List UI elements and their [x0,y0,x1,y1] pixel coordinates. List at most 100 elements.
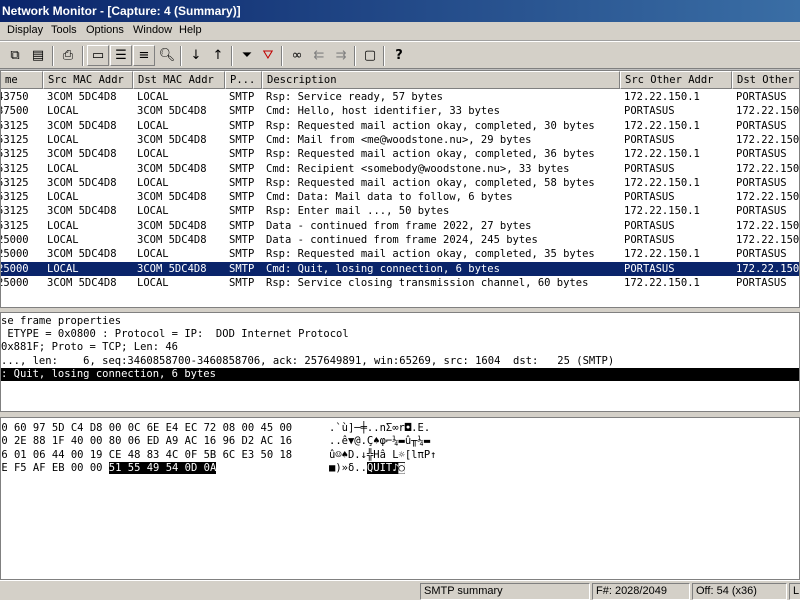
column-header-dst-other[interactable]: Dst Other [732,71,799,89]
table-cell-src-mac: LOCAL [47,191,79,204]
hex-line[interactable]: FE F5 AF EB 00 00 51 55 49 54 0D 0A [0,461,217,475]
table-cell-time: 53125 [0,162,29,175]
help-icon[interactable]: ? [388,45,410,66]
prev-frame-icon[interactable]: ↓ [185,45,207,66]
menu-bar: Display Tools Options Window Help [0,22,800,41]
table-row[interactable]: 53125 3COM 5DC4D8 LOCAL SMTP Rsp: Enter mail… [0,204,799,218]
detail-pane: se frame properties ETYPE = 0x0800 : Pro… [0,312,800,412]
menu-tools[interactable]: Tools [51,24,77,36]
table-cell-src-mac: 3COM 5DC4D8 [47,91,117,103]
hex-pane-icon[interactable]: ≡ [133,45,155,66]
filter-icon[interactable]: ⏷ [236,45,258,66]
detail-line[interactable]: ..., len: 6, seq:3460858700-3460858706, … [1,355,799,368]
table-cell-time: 53125 [0,119,29,132]
table-row[interactable]: 53125 LOCAL 3COM 5DC4D8 SMTP Cmd: Mail from … [0,133,799,147]
table-row[interactable]: 53125 LOCAL 3COM 5DC4D8 SMTP Cmd: Recipient … [0,162,800,176]
table-row[interactable]: 53125 LOCAL 3COM 5DC4D8 SMTP Data - continue… [1,219,799,233]
table-cell-dst-mac: LOCAL [137,148,169,161]
window-icon[interactable]: ▢ [359,45,381,66]
column-header-dst-mac[interactable]: Dst MAC Addr [133,71,225,89]
table-cell-dst-other: PORTASUS [736,205,787,218]
table-cell-desc: Rsp: Enter mail ..., 50 bytes [266,205,450,218]
table-cell-time: 53125 [0,133,29,146]
find-prev-icon[interactable]: ⇇ [308,45,330,66]
table-cell-desc: Cmd: Data: Mail data to follow, 6 bytes [266,191,513,204]
table-row[interactable]: 43750 3COM 5DC4D8 LOCAL SMTP Rsp: Service re… [0,90,799,104]
table-cell-time: 53125 [0,205,29,218]
table-cell-proto: SMTP [229,148,255,161]
table-cell-dst-mac: LOCAL [137,205,169,218]
zoom-pane-icon[interactable]: ▭ [87,45,109,66]
table-row[interactable]: 37500 LOCAL 3COM 5DC4D8 SMTP Cmd: Hello, hos… [1,104,800,118]
find-icon[interactable]: 🔍︎ [156,45,178,66]
status-frame: F#: 2028/2049 [592,583,690,600]
find-next-icon[interactable]: ⇉ [330,45,352,66]
table-cell-src-other: 172.22.150.1 [624,91,700,103]
hex-line[interactable]: 00 60 97 5D C4 D8 00 0C 6E E4 EC 72 08 0… [1,422,292,435]
table-row[interactable]: 53125 LOCAL 3COM 5DC4D8 SMTP Cmd: Data: Mail… [1,190,799,204]
detail-line[interactable]: 0x881F; Proto = TCP; Len: 46 [1,341,799,354]
table-cell-src-mac: 3COM 5DC4D8 [47,205,117,218]
apply-filter-icon[interactable]: ⛛ [257,45,279,66]
column-header-protocol[interactable]: P... [225,71,262,89]
hex-line[interactable]: 96 01 06 44 00 19 CE 48 83 4C 0F 5B 6C E… [1,449,292,462]
detail-line[interactable]: ETYPE = 0x0800 : Protocol = IP: DOD Inte… [1,328,799,341]
hex-line[interactable]: 00 2E 88 1F 40 00 80 06 ED A9 AC 16 96 D… [1,435,292,448]
paste-icon[interactable]: ▤ [27,45,49,66]
table-cell-src-other: PORTASUS [624,234,675,246]
summary-pane: me Src MAC Addr Dst MAC Addr P... Descri… [0,70,800,308]
hex-pane: 00 60 97 5D C4 D8 00 0C 6E E4 EC 72 08 0… [0,417,800,580]
column-header-src-mac[interactable]: Src MAC Addr [43,71,133,89]
table-row[interactable]: 25000 LOCAL 3COM 5DC4D8 SMTP Data - continue… [1,233,800,247]
table-cell-time: 43750 [0,91,29,103]
table-cell-src-other: 172.22.150.1 [624,205,700,218]
ascii-line[interactable]: .`ù]─╪..nΣ∞r◘.E. [329,422,430,435]
table-row[interactable]: 25000 3COM 5DC4D8 LOCAL SMTP Rsp: Service cl… [1,276,799,290]
table-cell-dst-mac: LOCAL [137,119,169,132]
binoculars-icon[interactable]: ∞ [286,45,308,66]
next-frame-icon[interactable]: ↑ [207,45,229,66]
table-cell-src-other: 172.22.150.1 [624,248,700,261]
menu-display[interactable]: Display [7,24,43,36]
table-row[interactable]: 53125 3COM 5DC4D8 LOCAL SMTP Rsp: Requested … [0,119,799,133]
table-row[interactable]: 53125 3COM 5DC4D8 LOCAL SMTP Rsp: Requested … [1,176,799,190]
column-header-time[interactable]: me [1,71,43,89]
hex-bytes: FE F5 AF EB 00 00 [0,461,109,474]
table-cell-src-mac: 3COM 5DC4D8 [47,119,117,132]
table-cell-desc: Data - continued from frame 2024, 245 by… [266,234,538,246]
table-cell-desc: Rsp: Requested mail action okay, complet… [266,148,595,161]
summary-header: me Src MAC Addr Dst MAC Addr P... Descri… [1,71,799,89]
table-cell-src-mac: LOCAL [47,219,79,232]
menu-options[interactable]: Options [86,24,124,36]
status-bar: SMTP summary F#: 2028/2049 Off: 54 (x36)… [0,580,800,600]
column-header-description[interactable]: Description [262,71,620,89]
column-header-src-other[interactable]: Src Other Addr [620,71,732,89]
table-cell-src-other: 172.22.150.1 [624,148,700,161]
table-cell-dst-other: PORTASUS [736,148,787,161]
table-cell-dst-other: 172.22.150 [736,105,800,118]
copy-icon[interactable]: ⧉ [4,45,26,66]
table-row-selected[interactable]: 25000 LOCAL 3COM 5DC4D8 SMTP Cmd: Quit, losi… [1,260,800,277]
toolbar-separator [281,46,283,66]
table-cell-time: 53125 [0,148,29,161]
table-cell-dst-other: PORTASUS [736,91,787,103]
table-cell-dst-other: 172.22.150 [736,162,800,175]
ascii-line[interactable]: û☺♠D.↓╬Hâ L☼[lπP↑ [329,449,436,462]
detail-line-selected[interactable]: : Quit, losing connection, 6 bytes [1,367,799,381]
print-icon[interactable]: ⎙ [57,45,79,66]
menu-help[interactable]: Help [179,24,202,36]
table-cell-dst-other: PORTASUS [736,276,787,289]
table-row[interactable]: 25000 3COM 5DC4D8 LOCAL SMTP Rsp: Requested … [1,247,799,261]
table-cell-desc: Data - continued from frame 2022, 27 byt… [266,219,532,232]
table-cell-proto: SMTP [229,234,255,246]
table-row[interactable]: 53125 3COM 5DC4D8 LOCAL SMTP Rsp: Requested … [0,147,799,161]
table-cell-dst-other: 172.22.150 [736,262,800,275]
detail-line[interactable]: se frame properties [1,315,799,328]
ascii-line[interactable]: ■)»δ..QUIT♪◙ [329,461,405,475]
ascii-line[interactable]: ..ê▼@.Ç♠φ⌐¼▬û╥¼▬ [329,435,430,448]
detail-pane-icon[interactable]: ☰ [110,45,132,66]
title-bar: Network Monitor - [Capture: 4 (Summary)] [0,0,800,22]
menu-window[interactable]: Window [133,24,172,36]
table-cell-dst-other: 172.22.150 [736,234,800,246]
table-cell-proto: SMTP [229,119,255,132]
